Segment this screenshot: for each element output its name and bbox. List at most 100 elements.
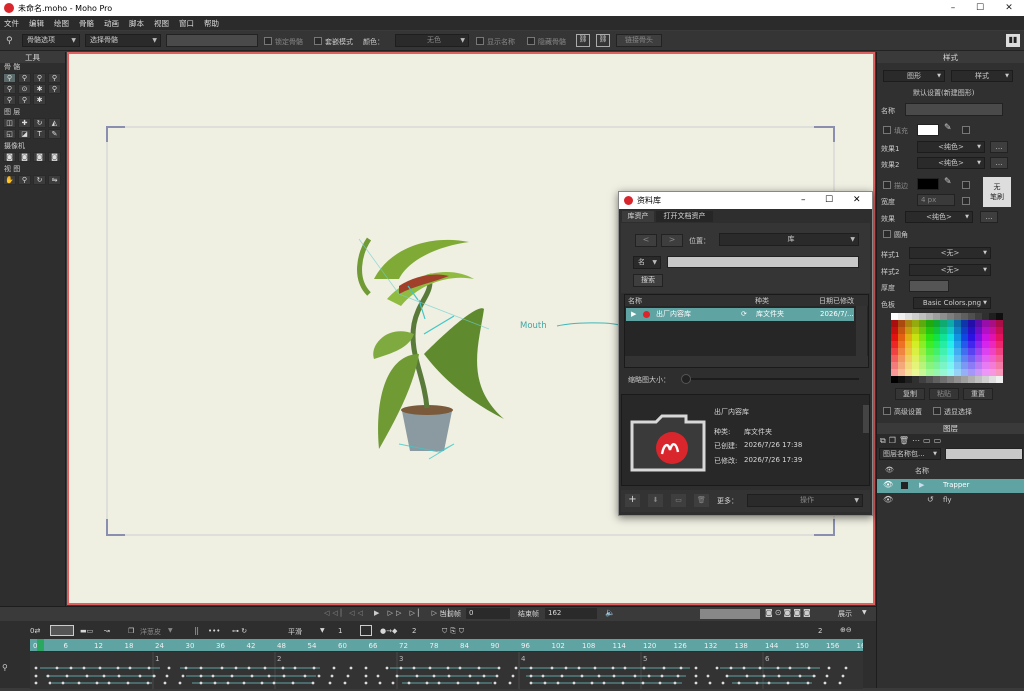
fly-eye-icon[interactable]: 👁 <box>883 495 893 504</box>
tab-open-doc-assets[interactable]: 打开文档资产 <box>656 211 713 222</box>
zoom-tool-icon[interactable]: ⚲ <box>18 175 31 185</box>
color-palette-grid[interactable] <box>891 313 1003 383</box>
flip-layer-tool-icon[interactable]: ◪ <box>18 129 31 139</box>
width-input[interactable]: 4 px <box>917 194 955 206</box>
select-bone-dropdown[interactable]: 选择骨骼 <box>85 34 161 47</box>
menu-help[interactable]: 帮助 <box>204 18 219 29</box>
timeline-tracks[interactable]: 1 2 3 4 5 6 <box>30 652 863 689</box>
menu-file[interactable]: 文件 <box>4 18 19 29</box>
layer-up-icon[interactable]: ▭ <box>923 436 931 446</box>
interpolation-dropdown-icon[interactable]: ▼ <box>320 627 325 634</box>
advanced-checkbox[interactable] <box>883 407 891 415</box>
camera-track-tool-icon[interactable]: ◙ <box>3 152 16 162</box>
palette-dropdown[interactable]: Basic Colors.png <box>913 297 991 309</box>
style-dropdown[interactable]: 样式 <box>951 70 1013 82</box>
col-date[interactable]: 日期已修改 <box>819 296 854 306</box>
show-names-checkbox[interactable] <box>476 37 484 45</box>
mouth-bone-label[interactable]: Mouth <box>520 321 547 331</box>
end-frame-input[interactable]: 162 <box>545 608 597 619</box>
key-link-icon[interactable]: ⊶ ↻ <box>232 627 247 635</box>
style1-dropdown[interactable]: <无> <box>909 247 991 259</box>
lock-bone-checkbox[interactable] <box>264 37 272 45</box>
onion-icon[interactable]: ❐ <box>128 627 134 635</box>
no-brush-button[interactable]: 无 笔刷 <box>983 177 1011 207</box>
link-bones-button[interactable]: 链接骨头 <box>616 34 662 47</box>
layer-filter-dropdown[interactable]: 图层名称包... <box>879 448 941 460</box>
col-kind[interactable]: 种类 <box>755 296 769 306</box>
shape-dropdown[interactable]: 图形 <box>883 70 945 82</box>
thumb-size-slider[interactable] <box>681 378 859 380</box>
layer-filter-input[interactable] <box>945 448 1023 460</box>
eyedropper-tool-icon[interactable]: ✎ <box>48 129 61 139</box>
library-search-input[interactable] <box>667 256 859 268</box>
delete-icon[interactable]: 🗑 <box>694 494 709 507</box>
keyframe-mode-icon[interactable] <box>50 625 74 636</box>
hide-bones-checkbox[interactable] <box>527 37 535 45</box>
bind-layer-tool-icon[interactable]: ⚲ <box>3 95 16 105</box>
text-tool-icon[interactable]: T <box>33 129 46 139</box>
effect2-more-button[interactable]: … <box>990 157 1008 169</box>
new-folder-icon[interactable]: ▭ <box>671 494 686 507</box>
zoom-in-icon[interactable]: ⊕⊖ <box>840 626 852 634</box>
stroke-effect-dropdown[interactable]: <纯色> <box>905 211 973 223</box>
motion-graph-icon[interactable]: ↝ <box>104 627 110 635</box>
grid-icon[interactable]: ⣿ <box>194 627 199 635</box>
menu-bone[interactable]: 骨骼 <box>79 18 94 29</box>
bone-strength-tool-icon[interactable]: ✱ <box>33 84 46 94</box>
menu-view[interactable]: 视图 <box>154 18 169 29</box>
fill-eyedropper-icon[interactable]: ✎ <box>944 123 952 133</box>
display-dropdown-icon[interactable]: ▼ <box>862 609 867 616</box>
rotate-view-tool-icon[interactable]: ↻ <box>33 175 46 185</box>
thickness-input[interactable] <box>909 280 949 292</box>
col-name[interactable]: 名称 <box>628 296 642 306</box>
thumb-size-handle[interactable] <box>681 374 691 384</box>
location-dropdown[interactable]: 库 <box>719 233 859 246</box>
rotate-bone-tool-icon[interactable]: ⚲ <box>48 73 61 83</box>
render-options-icons[interactable]: ◙⊙◙◙◙ <box>765 608 813 617</box>
keys-count[interactable]: 2 <box>412 627 416 635</box>
offset-bone-tool-icon[interactable]: ✱ <box>33 95 46 105</box>
name-filter-dropdown[interactable]: 名 <box>633 256 661 269</box>
trapper-expand-icon[interactable]: ▶ <box>919 481 924 489</box>
select-through-checkbox[interactable] <box>933 407 941 415</box>
delete-layer-icon[interactable]: 🗑 <box>899 436 909 446</box>
layer-row-trapper[interactable]: 👁 ▶ Trapper <box>877 479 1024 493</box>
orbit-tool-icon[interactable]: ⇋ <box>48 175 61 185</box>
search-button[interactable]: 搜索 <box>633 274 663 287</box>
rewind-icons[interactable]: ◁◁▏◁◁ <box>324 609 366 617</box>
interpolation-dropdown[interactable]: 平滑 <box>288 627 302 637</box>
style-name-input[interactable] <box>905 103 1003 116</box>
nest-mode-checkbox[interactable] <box>314 37 322 45</box>
expand-arrow-icon[interactable]: ▶ <box>631 308 636 321</box>
library-close-button[interactable]: ✕ <box>853 192 861 209</box>
style2-dropdown[interactable]: <无> <box>909 264 991 276</box>
minimize-button[interactable]: – <box>938 0 968 16</box>
select-bone-tool-icon[interactable]: ⚲ <box>3 73 16 83</box>
interp-count[interactable]: 1 <box>338 627 342 635</box>
copy-layer-icon[interactable]: ❐ <box>889 436 896 446</box>
view-mode-icons[interactable] <box>700 609 760 619</box>
stroke-effect-more-button[interactable]: … <box>980 211 998 223</box>
bone-color-dropdown[interactable]: 无色 <box>395 34 469 47</box>
layer-settings-icon[interactable]: ⋯ <box>912 436 920 446</box>
translate-layer-tool-icon[interactable]: ✚ <box>18 118 31 128</box>
download-icon[interactable]: ⬇ <box>648 494 663 507</box>
audio-icon[interactable]: 🔈 <box>605 608 615 617</box>
hand-tool-icon[interactable]: ✋ <box>3 175 16 185</box>
table-hscrollbar[interactable] <box>625 356 868 367</box>
current-frame-input[interactable]: 0 <box>466 608 510 619</box>
translate-bone-tool-icon[interactable]: ⚲ <box>18 73 31 83</box>
rotate-layer-tool-icon[interactable]: ↻ <box>33 118 46 128</box>
width-checkbox[interactable] <box>962 197 970 205</box>
tab-library-assets[interactable]: 库资产 <box>622 211 654 222</box>
key-select-icon[interactable]: ••• <box>208 627 220 635</box>
effect1-dropdown[interactable]: <纯色> <box>917 141 985 153</box>
camera-roll-tool-icon[interactable]: ◙ <box>33 152 46 162</box>
scale-layer-tool-icon[interactable]: ◱ <box>3 129 16 139</box>
copy-paste-icons[interactable]: ⛉⎘⛉ <box>442 627 467 636</box>
key-nav-icon[interactable]: ●→◆ <box>380 627 397 635</box>
bone-name-field[interactable] <box>166 34 258 47</box>
detail-scrollbar[interactable] <box>863 405 869 433</box>
add-icon[interactable]: + <box>625 494 640 507</box>
menu-window[interactable]: 窗口 <box>179 18 194 29</box>
